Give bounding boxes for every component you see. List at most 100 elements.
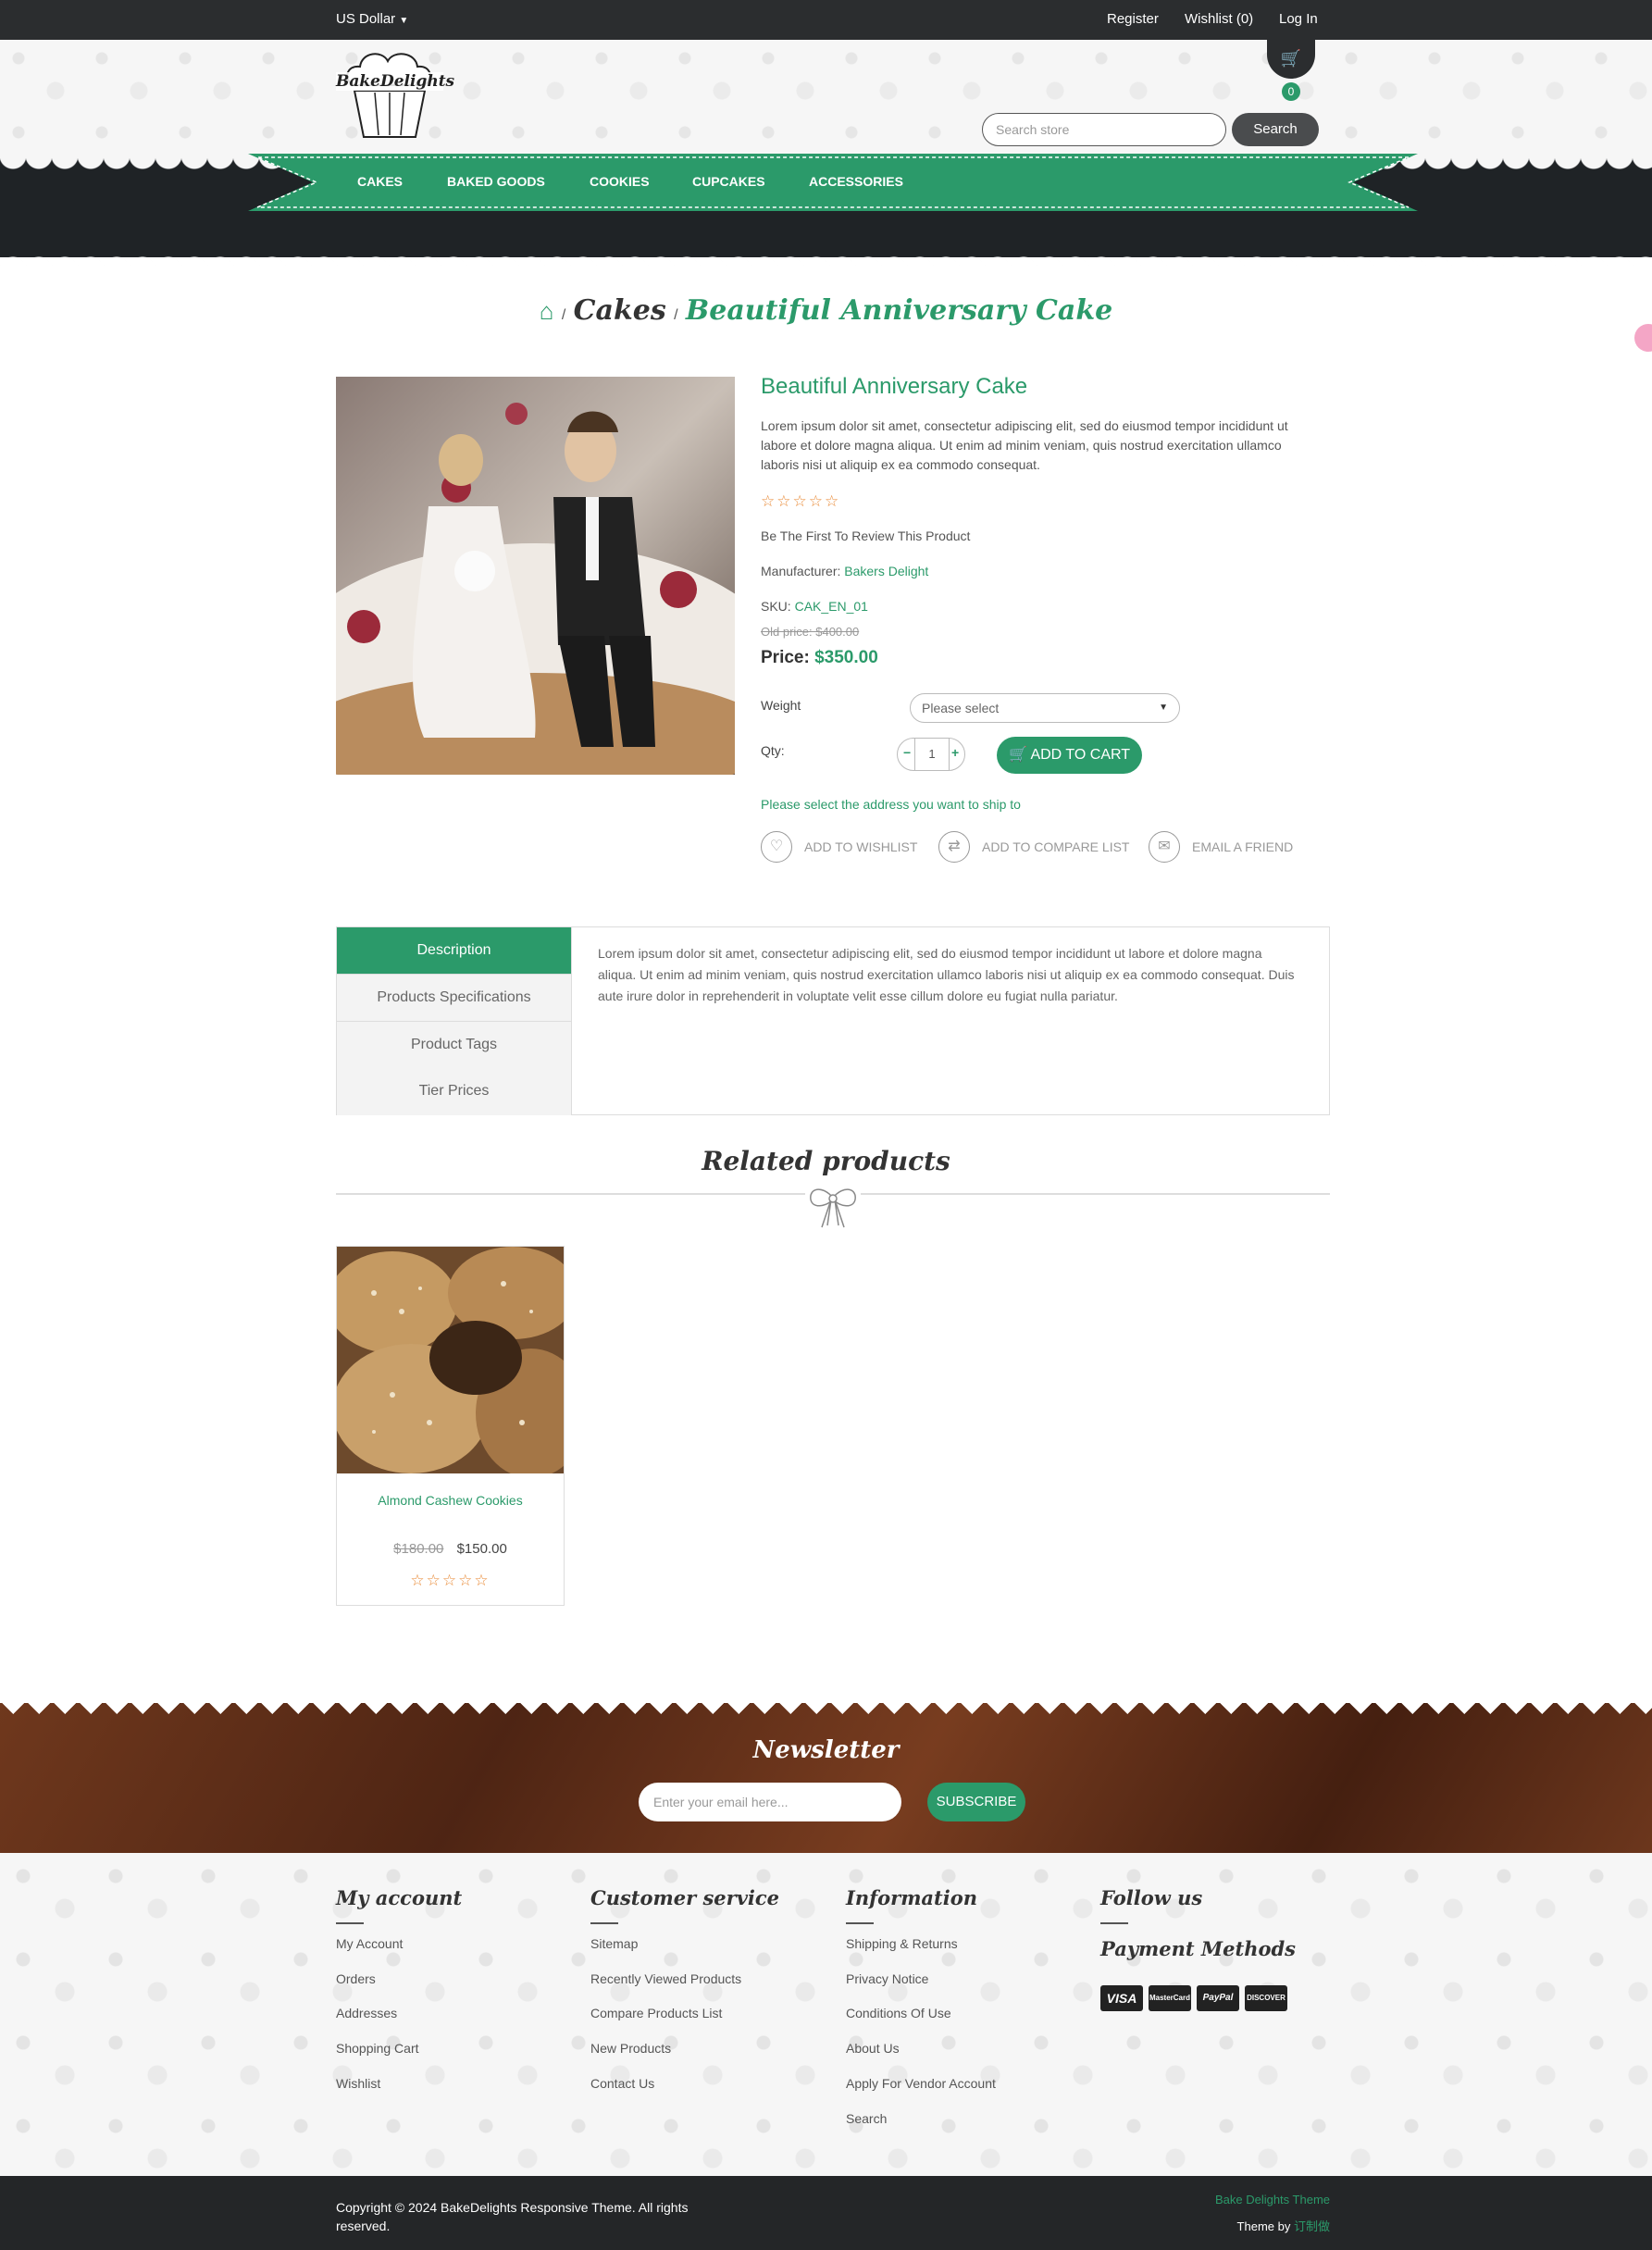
breadcrumb: ⌂ / Cakes / Beautiful Anniversary Cake xyxy=(539,294,1113,327)
tab-specifications[interactable]: Products Specifications xyxy=(337,975,572,1022)
subscribe-button[interactable]: SUBSCRIBE xyxy=(927,1783,1025,1821)
footer-link-shipping-returns[interactable]: Shipping & Returns xyxy=(846,1936,958,1951)
footer-link-search[interactable]: Search xyxy=(846,2111,887,2126)
footer-link-conditions[interactable]: Conditions Of Use xyxy=(846,2006,951,2020)
add-to-wishlist-link[interactable]: ADD TO WISHLIST xyxy=(804,839,917,854)
weight-label: Weight xyxy=(761,698,801,713)
mastercard-icon: MasterCard xyxy=(1149,1985,1191,2011)
footer xyxy=(0,1853,1652,2176)
footer-link-addresses[interactable]: Addresses xyxy=(336,2006,397,2020)
old-price: Old price: $400.00 xyxy=(761,625,860,639)
footer-link-wishlist[interactable]: Wishlist xyxy=(336,2076,380,2091)
theme-name-link[interactable]: Bake Delights Theme xyxy=(1111,2193,1330,2206)
manufacturer-label: Manufacturer: xyxy=(761,564,841,578)
footer-link-shopping-cart[interactable]: Shopping Cart xyxy=(336,2041,419,2056)
cupcake-logo-icon xyxy=(346,53,431,138)
footer-link-compare-list[interactable]: Compare Products List xyxy=(590,2006,722,2020)
related-old-price: $180.00 xyxy=(393,1541,444,1557)
theme-by-label: Theme by xyxy=(1236,2219,1291,2233)
cart-count-badge: 0 xyxy=(1282,82,1300,101)
nav-item-cakes[interactable]: CAKES xyxy=(357,174,403,189)
currency-label: US Dollar xyxy=(336,11,396,27)
envelope-icon[interactable]: ✉ xyxy=(1149,831,1180,863)
footer-heading-my-account: My account xyxy=(336,1886,463,1909)
price-label: Price: xyxy=(761,648,810,667)
logo-text: BakeDelights xyxy=(336,72,455,91)
quantity-stepper: − 1 + xyxy=(897,738,965,771)
price-value: $350.00 xyxy=(814,648,878,667)
footer-heading-payment-methods: Payment Methods xyxy=(1100,1937,1296,1960)
copyright-text: Copyright © 2024 BakeDelights Responsive… xyxy=(336,2200,689,2233)
discover-icon: DISCOVER xyxy=(1245,1985,1287,2011)
header-background xyxy=(0,40,1652,160)
newsletter-email-input[interactable]: Enter your email here... xyxy=(639,1783,901,1821)
paypal-icon: PayPal xyxy=(1197,1985,1239,2011)
related-product-image[interactable] xyxy=(337,1247,564,1473)
footer-link-recently-viewed[interactable]: Recently Viewed Products xyxy=(590,1971,741,1986)
nav-item-accessories[interactable]: ACCESSORIES xyxy=(809,174,903,189)
related-product-stars: ☆☆☆☆☆ xyxy=(410,1572,491,1589)
caret-down-icon: ▼ xyxy=(1159,702,1168,713)
currency-selector[interactable]: US Dollar ▼ xyxy=(336,11,408,27)
footer-link-privacy[interactable]: Privacy Notice xyxy=(846,1971,928,1986)
main-nav: CAKES BAKED GOODS COOKIES CUPCAKES ACCES… xyxy=(248,154,1418,211)
cart-icon: 🛒 xyxy=(1008,747,1027,763)
wishlist-link[interactable]: Wishlist (0) xyxy=(1185,11,1253,27)
related-product-card[interactable]: Almond Cashew Cookies $180.00 $150.00 ☆☆… xyxy=(336,1246,565,1606)
register-link[interactable]: Register xyxy=(1107,11,1159,27)
manufacturer-link[interactable]: Bakers Delight xyxy=(844,564,928,578)
footer-link-sitemap[interactable]: Sitemap xyxy=(590,1936,638,1951)
related-price: $150.00 xyxy=(456,1541,507,1557)
ship-address-prompt[interactable]: Please select the address you want to sh… xyxy=(761,797,1021,812)
add-to-cart-label: ADD TO CART xyxy=(1030,747,1131,763)
top-bar: US Dollar ▼ Register Wishlist (0) Log In xyxy=(0,0,1652,40)
weight-select[interactable]: Please select ▼ xyxy=(910,693,1180,723)
newsletter-heading: Newsletter xyxy=(752,1736,900,1764)
related-product-name[interactable]: Almond Cashew Cookies xyxy=(337,1493,564,1508)
visa-icon: VISA xyxy=(1100,1985,1143,2011)
compare-icon[interactable]: ⇄ xyxy=(938,831,970,863)
email-friend-link[interactable]: EMAIL A FRIEND xyxy=(1192,839,1293,854)
bottom-bar xyxy=(0,2176,1652,2250)
site-logo[interactable]: BakeDelights xyxy=(336,46,455,141)
home-icon[interactable]: ⌂ xyxy=(540,297,554,325)
footer-heading-information: Information xyxy=(846,1886,977,1909)
tab-content: Lorem ipsum dolor sit amet, consectetur … xyxy=(598,946,1295,1003)
quantity-input[interactable]: 1 xyxy=(914,739,950,770)
product-rating-stars: ☆☆☆☆☆ xyxy=(761,492,841,510)
search-input[interactable]: Search store xyxy=(982,113,1226,146)
sku-value: CAK_EN_01 xyxy=(794,599,868,614)
footer-link-orders[interactable]: Orders xyxy=(336,1971,376,1986)
tab-tier-prices[interactable]: Tier Prices xyxy=(337,1068,572,1115)
add-to-compare-link[interactable]: ADD TO COMPARE LIST xyxy=(982,839,1129,854)
divider xyxy=(846,1922,874,1924)
related-heading: Related products xyxy=(702,1146,950,1176)
footer-link-vendor-account[interactable]: Apply For Vendor Account xyxy=(846,2076,996,2091)
footer-link-my-account[interactable]: My Account xyxy=(336,1936,403,1951)
theme-author-link[interactable]: 订制做 xyxy=(1294,2219,1330,2233)
sku-label: SKU: xyxy=(761,599,791,614)
tab-description[interactable]: Description xyxy=(337,927,572,975)
login-link[interactable]: Log In xyxy=(1279,11,1318,27)
side-widget-button[interactable] xyxy=(1634,324,1652,352)
heart-icon[interactable]: ♡ xyxy=(761,831,792,863)
zigzag-edge xyxy=(0,1701,1652,1727)
footer-link-new-products[interactable]: New Products xyxy=(590,2041,671,2056)
qty-label: Qty: xyxy=(761,743,785,758)
bow-icon xyxy=(805,1181,861,1229)
tab-product-tags[interactable]: Product Tags xyxy=(337,1022,572,1069)
product-image[interactable] xyxy=(336,377,735,775)
plus-icon[interactable]: + xyxy=(951,745,959,760)
add-to-cart-button[interactable]: 🛒 ADD TO CART xyxy=(997,737,1142,774)
minus-icon[interactable]: − xyxy=(903,745,911,760)
weight-select-value: Please select xyxy=(922,701,1000,715)
nav-item-baked-goods[interactable]: BAKED GOODS xyxy=(447,174,545,189)
breadcrumb-cakes[interactable]: Cakes xyxy=(574,294,666,327)
review-link[interactable]: Be The First To Review This Product xyxy=(761,528,970,543)
nav-item-cupcakes[interactable]: CUPCAKES xyxy=(692,174,765,189)
search-button[interactable]: Search xyxy=(1232,113,1319,146)
footer-link-contact-us[interactable]: Contact Us xyxy=(590,2076,654,2091)
nav-item-cookies[interactable]: COOKIES xyxy=(590,174,650,189)
cart-icon: 🛒 xyxy=(1280,49,1302,68)
footer-link-about-us[interactable]: About Us xyxy=(846,2041,900,2056)
